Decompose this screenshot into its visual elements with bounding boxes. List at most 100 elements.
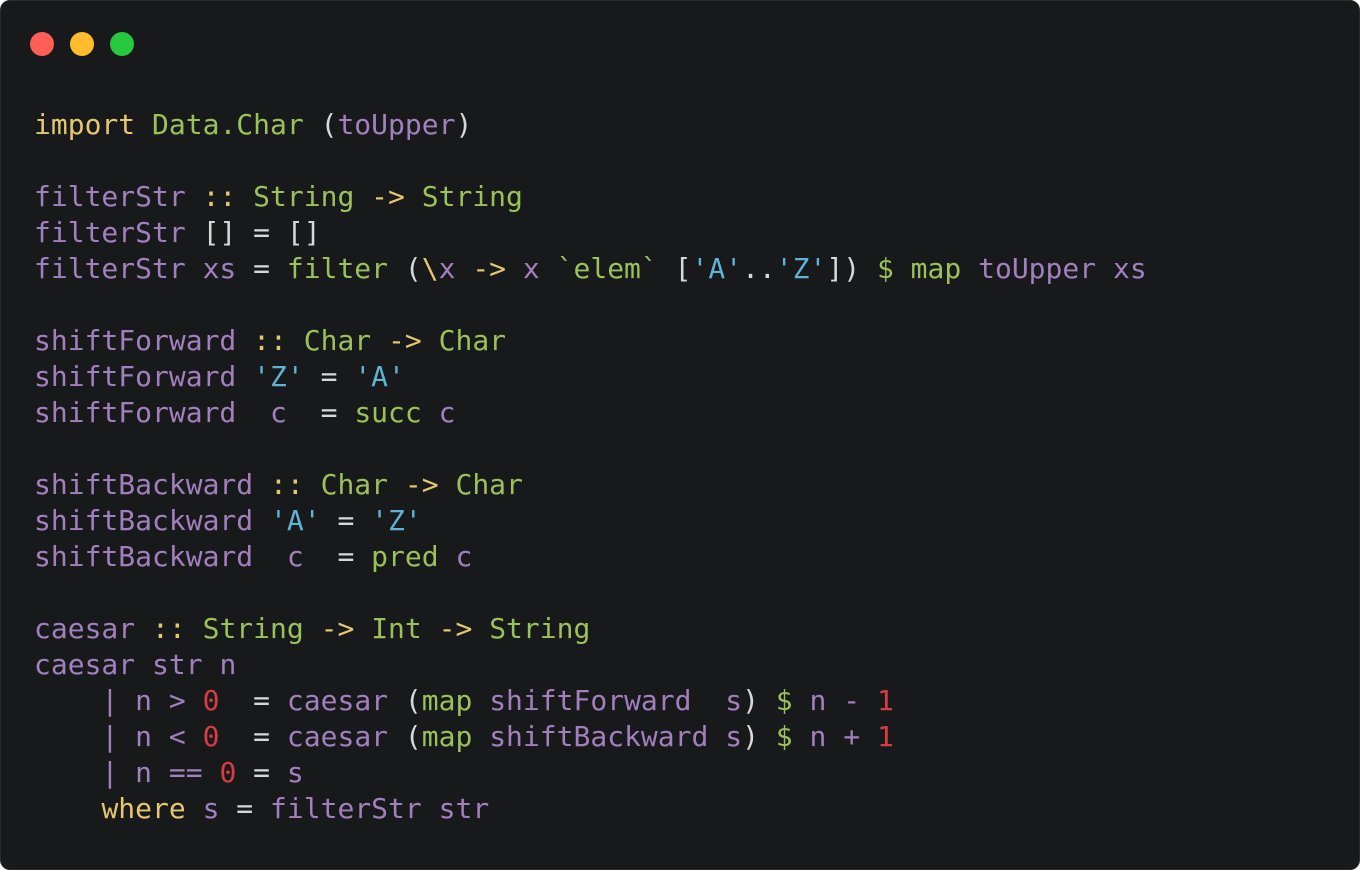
- code-token: n: [135, 756, 153, 789]
- code-token: c: [438, 396, 456, 429]
- code-line: filterStr xs = filter (\x -> x `elem` ['…: [34, 251, 1147, 287]
- code-token: =: [236, 252, 287, 285]
- code-token: import: [34, 108, 136, 141]
- code-token: Char: [438, 324, 507, 357]
- code-line: shiftBackward 'A' = 'Z': [34, 503, 1147, 539]
- code-token: String: [421, 180, 523, 213]
- code-token: =: [320, 504, 372, 537]
- code-token: Char: [303, 324, 372, 357]
- code-token: 'Z': [253, 360, 304, 393]
- minimize-dot-icon[interactable]: [70, 32, 94, 56]
- code-token: filter: [286, 252, 389, 285]
- code-token: ]): [826, 252, 877, 285]
- code-line: shiftForward :: Char -> Char: [34, 323, 1147, 359]
- code-token: pred: [371, 540, 439, 573]
- code-token: String: [202, 612, 304, 645]
- code-token: toUpper: [337, 108, 456, 141]
- code-token: n: [809, 720, 827, 753]
- code-token: s: [725, 720, 743, 753]
- code-token: =: [219, 720, 287, 753]
- code-token: ::: [253, 324, 287, 357]
- code-block: import Data.Char (toUpper)​filterStr :: …: [34, 107, 1147, 827]
- code-token: xs: [202, 252, 237, 285]
- code-token: toUpper: [978, 252, 1097, 285]
- code-line: ​: [34, 287, 1147, 323]
- maximize-dot-icon[interactable]: [110, 32, 134, 56]
- code-token: 0: [202, 684, 220, 717]
- code-line: shiftBackward :: Char -> Char: [34, 467, 1147, 503]
- code-token: shiftForward: [34, 396, 237, 429]
- code-token: String: [489, 612, 591, 645]
- code-line: filterStr :: String -> String: [34, 179, 1147, 215]
- code-token: n: [135, 720, 153, 753]
- code-token: -: [843, 684, 861, 717]
- code-token: =: [236, 756, 287, 789]
- code-token: x: [522, 252, 540, 285]
- code-token: c: [455, 540, 473, 573]
- code-token: ::: [152, 612, 186, 645]
- code-token: [] = []: [185, 216, 321, 249]
- code-line: import Data.Char (toUpper): [34, 107, 1147, 143]
- code-token: map: [910, 252, 962, 285]
- code-line: filterStr [] = []: [34, 215, 1147, 251]
- code-token: 'A': [354, 360, 405, 393]
- code-token: ->: [371, 180, 405, 213]
- code-token: 'Z': [775, 252, 827, 285]
- code-token: =: [303, 360, 355, 393]
- code-token: shiftForward: [34, 324, 237, 357]
- code-token: n: [219, 648, 237, 681]
- code-token: `elem`: [556, 252, 658, 285]
- close-dot-icon[interactable]: [30, 32, 54, 56]
- code-token: xs: [1112, 252, 1147, 285]
- code-token: |: [101, 684, 119, 717]
- code-token: 'Z': [371, 504, 422, 537]
- code-token: $: [775, 720, 793, 753]
- code-token: c: [270, 396, 287, 429]
- code-token: 1: [876, 684, 894, 717]
- code-token: 1: [876, 720, 894, 753]
- code-token: filterStr: [34, 252, 186, 285]
- code-token: +: [843, 720, 861, 753]
- code-token: |: [101, 756, 119, 789]
- code-token: s: [202, 792, 220, 825]
- code-token: caesar: [34, 648, 136, 681]
- code-token: caesar: [286, 684, 389, 717]
- code-token: (: [388, 720, 422, 753]
- code-token: 0: [219, 756, 237, 789]
- code-token: caesar: [34, 612, 136, 645]
- code-token: Char: [320, 468, 389, 501]
- code-token: ): [742, 684, 776, 717]
- code-token: $: [876, 252, 894, 285]
- code-token: str: [152, 648, 203, 681]
- code-token: ): [455, 108, 473, 141]
- code-token: ->: [404, 468, 439, 501]
- code-token: Data.Char: [152, 108, 304, 141]
- code-token: >: [168, 684, 186, 717]
